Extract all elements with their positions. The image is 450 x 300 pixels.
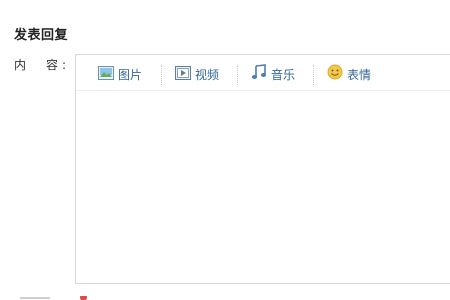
- reply-form: 发表回复 内 容: 图片 视频 音乐 表情: [0, 0, 450, 300]
- content-textarea[interactable]: [76, 91, 450, 283]
- rich-text-editor[interactable]: 图片 视频 音乐 表情: [75, 54, 450, 284]
- content-label: 内 容:: [14, 58, 71, 72]
- emoji-icon: [327, 64, 343, 84]
- cutoff-label-fragment: [20, 297, 50, 299]
- toolbar-music-label: 音乐: [271, 67, 296, 82]
- toolbar-video-label: 视频: [195, 67, 220, 82]
- cutoff-icon: [80, 296, 87, 300]
- image-icon: [98, 65, 114, 84]
- toolbar-separator: [161, 65, 162, 85]
- toolbar-separator: [237, 65, 238, 85]
- video-icon: [175, 65, 191, 84]
- toolbar-image-button[interactable]: 图片: [98, 65, 142, 83]
- toolbar-emoji-label: 表情: [347, 67, 372, 82]
- toolbar-video-button[interactable]: 视频: [175, 65, 219, 83]
- page-title: 发表回复: [14, 28, 69, 43]
- toolbar-music-button[interactable]: 音乐: [251, 64, 296, 84]
- toolbar-emoji-button[interactable]: 表情: [327, 64, 372, 84]
- toolbar-image-label: 图片: [118, 67, 143, 82]
- toolbar-separator: [313, 65, 314, 85]
- editor-toolbar: 图片 视频 音乐 表情: [76, 55, 450, 91]
- music-icon: [251, 64, 267, 84]
- cutoff-controls: [0, 296, 450, 300]
